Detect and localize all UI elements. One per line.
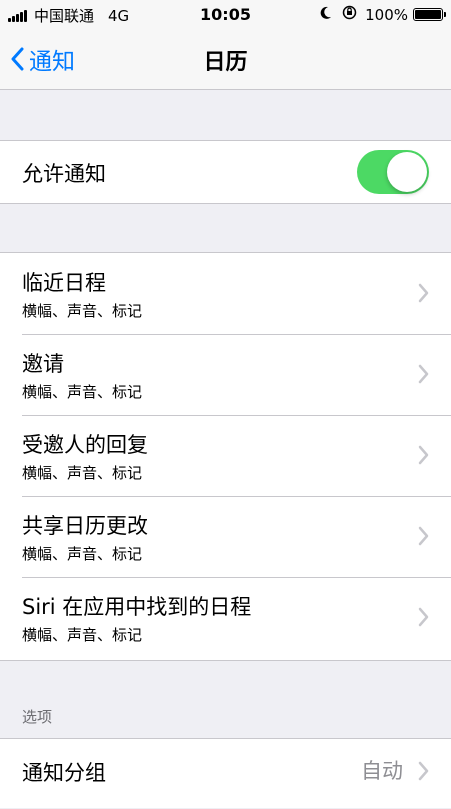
item-subtitle: 横幅、声音、标记 [22, 464, 143, 482]
list-item[interactable]: 邀请 横幅、声音、标记 [0, 334, 451, 415]
item-subtitle: 横幅、声音、标记 [22, 545, 143, 563]
list-item[interactable]: 临近日程 横幅、声音、标记 [0, 253, 451, 334]
options-group: 通知分组 自动 [0, 738, 451, 808]
alert-types-group: 临近日程 横幅、声音、标记 邀请 横幅、声音、标记 受邀人的回复 横幅、声音、标… [0, 252, 451, 661]
chevron-right-icon [418, 364, 429, 384]
list-item[interactable]: 受邀人的回复 横幅、声音、标记 [0, 415, 451, 496]
navigation-bar: 通知 日历 [0, 28, 451, 90]
orientation-lock-icon [342, 5, 357, 24]
chevron-right-icon [418, 607, 429, 627]
section-header-options: 选项 [22, 708, 53, 726]
toggle-knob [387, 152, 427, 192]
item-title: 邀请 [22, 352, 64, 376]
item-title: Siri 在应用中找到的日程 [22, 595, 252, 619]
item-title: 受邀人的回复 [22, 433, 148, 457]
page-title: 日历 [203, 50, 248, 75]
allow-notifications-label: 允许通知 [22, 162, 106, 186]
item-title: 共享日历更改 [22, 514, 148, 538]
allow-notifications-group: 允许通知 [0, 140, 451, 204]
item-title: 临近日程 [22, 271, 106, 295]
item-subtitle: 横幅、声音、标记 [22, 383, 143, 401]
allow-notifications-row: 允许通知 [0, 141, 451, 203]
chevron-right-icon [418, 761, 429, 781]
notification-grouping-label: 通知分组 [22, 761, 106, 785]
allow-notifications-toggle[interactable] [357, 150, 429, 194]
list-item[interactable]: 共享日历更改 横幅、声音、标记 [0, 496, 451, 577]
notification-grouping-value: 自动 [361, 759, 403, 783]
battery-percent: 100% [365, 5, 408, 24]
item-subtitle: 横幅、声音、标记 [22, 626, 143, 644]
status-bar: 中国联通 4G 10:05 100% [0, 0, 451, 28]
chevron-right-icon [418, 283, 429, 303]
notification-grouping-row[interactable]: 通知分组 自动 [0, 739, 451, 809]
item-subtitle: 横幅、声音、标记 [22, 302, 143, 320]
battery-icon [413, 8, 446, 21]
moon-icon [320, 6, 332, 24]
status-right: 100% [320, 5, 446, 24]
chevron-right-icon [418, 526, 429, 546]
chevron-right-icon [418, 445, 429, 465]
list-item[interactable]: Siri 在应用中找到的日程 横幅、声音、标记 [0, 577, 451, 658]
